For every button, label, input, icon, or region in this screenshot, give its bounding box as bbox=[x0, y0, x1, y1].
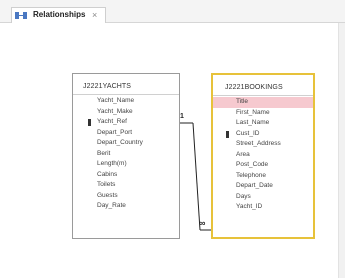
field-row[interactable]: Yacht_ID bbox=[213, 202, 313, 213]
many-cardinality-label: ∞ bbox=[199, 218, 206, 228]
field-name: Post_Code bbox=[236, 161, 269, 168]
field-list: Title First_Name Last_Name Cust_ID Street_Ad… bbox=[213, 97, 313, 213]
field-row[interactable]: Post_Code bbox=[213, 160, 313, 171]
field-name: First_Name bbox=[236, 108, 270, 116]
field-row[interactable]: Last_Name bbox=[213, 118, 313, 129]
field-name: Depart_Country bbox=[97, 139, 143, 146]
table-title[interactable]: J2221BOOKINGS bbox=[225, 84, 283, 91]
field-name: Berit bbox=[97, 149, 111, 157]
field-name: Toilets bbox=[97, 181, 116, 188]
table-bookings[interactable]: J2221BOOKINGS Title First_Name Last_Name Cu… bbox=[211, 73, 315, 239]
field-name: Yacht_Make bbox=[97, 107, 133, 115]
field-name: Depart_Date bbox=[236, 182, 273, 189]
field-name: Yacht_ID bbox=[236, 203, 263, 210]
table-title-divider bbox=[73, 94, 179, 95]
one-cardinality-label: 1 bbox=[180, 113, 184, 120]
relationship-line bbox=[192, 122, 201, 231]
field-row[interactable]: Guests bbox=[73, 191, 179, 202]
table-title[interactable]: J2221YACHTS bbox=[83, 83, 131, 90]
field-row[interactable]: Cabins bbox=[73, 170, 179, 181]
field-row[interactable]: Street_Address bbox=[213, 139, 313, 150]
field-row[interactable]: Area bbox=[213, 150, 313, 161]
field-name: Yacht_Ref bbox=[97, 118, 127, 125]
field-row[interactable]: Day_Rate bbox=[73, 201, 179, 212]
field-row[interactable]: Depart_Country bbox=[73, 138, 179, 149]
field-name: Title bbox=[236, 98, 249, 105]
field-row[interactable]: Telephone bbox=[213, 171, 313, 182]
field-row[interactable]: Days bbox=[213, 192, 313, 203]
table-title-divider bbox=[213, 95, 313, 96]
field-name: Guests bbox=[97, 191, 118, 199]
field-row[interactable]: Cust_ID bbox=[213, 129, 313, 140]
field-row[interactable]: Berit bbox=[73, 149, 179, 160]
field-name: Last_Name bbox=[236, 119, 270, 126]
field-row[interactable]: Title bbox=[213, 97, 313, 108]
field-row[interactable]: Depart_Date bbox=[213, 181, 313, 192]
field-name: Street_Address bbox=[236, 140, 281, 147]
field-name: Yacht_Name bbox=[97, 97, 135, 104]
field-row[interactable]: Yacht_Ref bbox=[73, 117, 179, 128]
field-name: Day_Rate bbox=[97, 202, 126, 209]
field-row[interactable]: Yacht_Make bbox=[73, 107, 179, 118]
field-name: Cabins bbox=[97, 170, 118, 178]
field-name: Length(m) bbox=[97, 160, 127, 167]
table-yachts[interactable]: J2221YACHTS Yacht_Name Yacht_Make Yacht_Re… bbox=[72, 73, 180, 239]
field-name: Depart_Port bbox=[97, 128, 133, 136]
primary-key-icon bbox=[88, 119, 91, 126]
field-name: Telephone bbox=[236, 171, 266, 179]
field-list: Yacht_Name Yacht_Make Yacht_Ref Depart_Port… bbox=[73, 96, 179, 212]
primary-key-icon bbox=[226, 130, 229, 138]
field-row[interactable]: Yacht_Name bbox=[73, 96, 179, 107]
field-row[interactable]: Length(m) bbox=[73, 159, 179, 170]
field-name: Days bbox=[236, 192, 251, 200]
field-row[interactable]: Depart_Port bbox=[73, 128, 179, 139]
field-row[interactable]: Toilets bbox=[73, 180, 179, 191]
field-name: Area bbox=[236, 150, 250, 158]
field-row[interactable]: First_Name bbox=[213, 108, 313, 119]
field-name: Cust_ID bbox=[236, 129, 260, 137]
